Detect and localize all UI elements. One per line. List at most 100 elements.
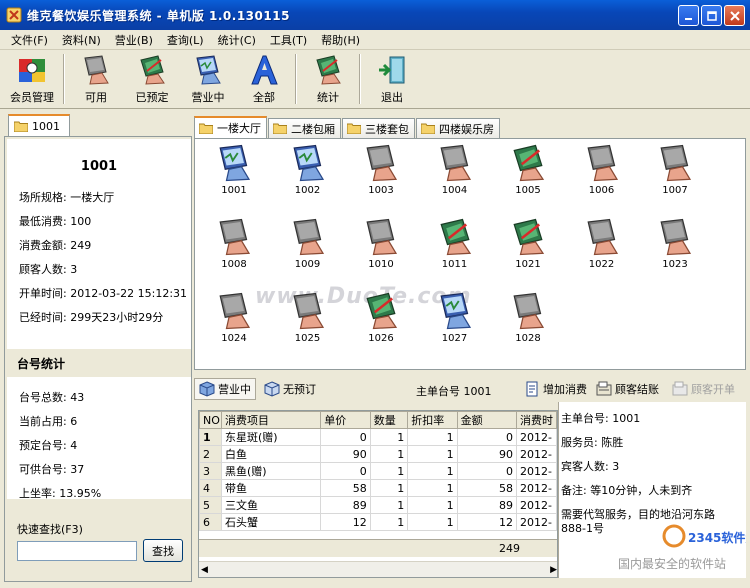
col-qty[interactable]: 数量: [369, 411, 409, 429]
menu-query[interactable]: 查询(L): [160, 32, 211, 48]
statistics-icon: [316, 55, 341, 85]
tab-floor-2[interactable]: 二楼包厢: [268, 118, 341, 138]
minimize-button[interactable]: [678, 5, 699, 26]
table-1006[interactable]: 1006: [577, 143, 627, 203]
table-row[interactable]: 5 三文鱼 89 1 1 89 2012-: [199, 496, 557, 514]
col-discount[interactable]: 折扣率: [407, 411, 458, 429]
members-icon: [19, 59, 45, 82]
toolbar-separator: [359, 54, 361, 104]
table-1022[interactable]: 1022: [577, 217, 627, 277]
menu-business[interactable]: 营业(B): [108, 32, 160, 48]
add-consumption-button[interactable]: 增加消费: [524, 381, 587, 397]
in-service-button[interactable]: 营业中: [180, 51, 236, 107]
table-label: 1005: [515, 185, 541, 196]
open-order-icon: [672, 381, 688, 396]
table-label: 1007: [662, 185, 688, 196]
table-1021[interactable]: 1021: [503, 217, 553, 277]
info-elapsed: 已经时间: 299天23小时29分: [19, 311, 164, 324]
maximize-icon: [706, 10, 717, 21]
table-1025[interactable]: 1025: [283, 291, 333, 351]
menu-file[interactable]: 文件(F): [4, 32, 55, 48]
table-row[interactable]: 3 黑鱼(赠) 0 1 1 0 2012-: [199, 462, 557, 480]
table-label: 1002: [294, 185, 321, 196]
table-1003[interactable]: 1003: [356, 143, 406, 203]
table-free-icon: [219, 218, 251, 256]
available-button[interactable]: 可用: [68, 51, 124, 107]
maximize-button[interactable]: [701, 5, 722, 26]
col-time[interactable]: 消费时: [515, 411, 557, 429]
statistics-button[interactable]: 统计: [300, 51, 356, 107]
table-1009[interactable]: 1009: [283, 217, 333, 277]
table-1001[interactable]: 1001: [209, 143, 259, 203]
tab-floor-1[interactable]: 一楼大厅: [194, 116, 267, 138]
table-1010[interactable]: 1010: [356, 217, 406, 277]
all-icon: [251, 55, 278, 85]
table-row[interactable]: 1 东星斑(赠) 0 1 1 0 2012-: [199, 428, 557, 446]
current-table-tab[interactable]: 1001: [8, 114, 70, 136]
tab-floor-4[interactable]: 四楼娱乐房: [416, 118, 500, 138]
table-stats-box: 台号总数: 43 当前占用: 6 预定台号: 4 可供台号: 37 上坐率: 1…: [7, 377, 191, 499]
table-1005[interactable]: 1005: [503, 143, 553, 203]
exit-button[interactable]: 退出: [364, 51, 420, 107]
table-free-icon: [660, 218, 692, 256]
stat-total: 台号总数: 43: [19, 391, 85, 404]
folder-icon: [347, 123, 361, 134]
stat-occupancy: 上坐率: 13.95%: [19, 487, 102, 499]
table-label: 1025: [294, 333, 321, 344]
menu-bar: 文件(F) 资料(N) 营业(B) 查询(L) 统计(C) 工具(T) 帮助(H…: [0, 30, 750, 50]
logo-slogan: 国内最安全的软件站: [618, 556, 726, 571]
table-label: 1008: [221, 259, 247, 270]
search-button[interactable]: 查找: [143, 539, 183, 562]
table-1024[interactable]: 1024: [209, 291, 259, 351]
reserved-button[interactable]: 已预定: [124, 51, 180, 107]
menu-help[interactable]: 帮助(H): [314, 32, 367, 48]
col-no[interactable]: NO: [199, 411, 222, 429]
close-button[interactable]: [724, 5, 745, 26]
member-management-button[interactable]: 会员管理: [4, 51, 60, 107]
all-button[interactable]: 全部: [236, 51, 292, 107]
table-row[interactable]: 2 白鱼 90 1 1 90 2012-: [199, 445, 557, 463]
info-note-line-3: 888-1号: [561, 522, 604, 535]
reserved-table-icon: [140, 55, 165, 85]
col-item[interactable]: 消费项目: [220, 411, 322, 429]
scroll-right-icon[interactable]: ▶: [550, 565, 557, 575]
no-reservation-toggle[interactable]: 无预订: [264, 381, 316, 397]
open-order-button[interactable]: 顾客开单: [672, 381, 735, 397]
table-label: 1027: [441, 333, 468, 344]
menu-data[interactable]: 资料(N): [55, 32, 108, 48]
info-venue: 场所规格: 一楼大厅: [19, 191, 115, 204]
main-table-number: 主单台号 1001: [416, 385, 492, 398]
menu-statistics[interactable]: 统计(C): [211, 32, 263, 48]
table-label: 1024: [221, 333, 247, 344]
stats-title: 台号统计: [17, 357, 66, 371]
table-reserved-icon: [513, 144, 545, 182]
table-1004[interactable]: 1004: [430, 143, 480, 203]
table-service-icon: [219, 144, 251, 182]
stat-occupied: 当前占用: 6: [19, 415, 78, 428]
horizontal-scrollbar[interactable]: ◀ ▶: [199, 561, 557, 577]
table-free-icon: [366, 218, 398, 256]
table-service-icon: [439, 292, 471, 330]
col-amount[interactable]: 金额: [456, 411, 517, 429]
table-1026[interactable]: 1026: [356, 291, 406, 351]
table-row[interactable]: 6 石头蟹 12 1 1 12 2012-: [199, 513, 557, 531]
table-row[interactable]: 4 带鱼 58 1 1 58 2012-: [199, 479, 557, 497]
in-service-toggle[interactable]: 营业中: [194, 378, 256, 400]
table-1028[interactable]: 1028: [503, 291, 553, 351]
col-price[interactable]: 单价: [320, 411, 371, 429]
table-1002[interactable]: 1002: [283, 143, 333, 203]
table-1007[interactable]: 1007: [650, 143, 700, 203]
table-1008[interactable]: 1008: [209, 217, 259, 277]
tab-floor-3[interactable]: 三楼套包: [342, 118, 415, 138]
table-free-icon: [586, 144, 618, 182]
table-1027[interactable]: 1027: [430, 291, 480, 351]
menu-tools[interactable]: 工具(T): [263, 32, 314, 48]
checkout-button[interactable]: 顾客结账: [596, 381, 659, 397]
table-1011[interactable]: 1011: [430, 217, 480, 277]
table-1023[interactable]: 1023: [650, 217, 700, 277]
app-icon: [6, 7, 22, 23]
quick-search-input[interactable]: [17, 541, 137, 561]
right-panel: 一楼大厅 二楼包厢 三楼套包 四楼娱乐房 www.DuoTe.com 1001 1…: [194, 114, 750, 584]
scroll-left-icon[interactable]: ◀: [201, 565, 208, 575]
order-table: NO 消费项目 单价 数量 折扣率 金额 消费时 1 东星斑(赠) 0 1 1 …: [198, 410, 558, 578]
